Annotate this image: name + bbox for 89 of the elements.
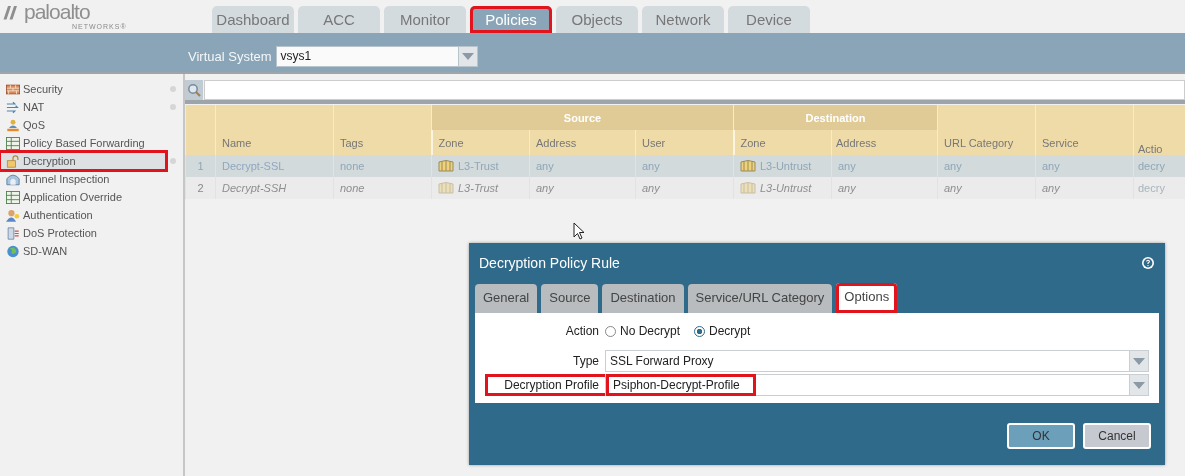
table-cell: none — [333, 177, 432, 199]
table-icon — [6, 190, 20, 204]
zone-icon — [740, 160, 756, 172]
sidebar-item[interactable]: Security — [0, 80, 183, 98]
column-header[interactable]: Address — [529, 130, 636, 155]
nav-tab[interactable]: Monitor — [384, 6, 466, 33]
nav-tab[interactable]: Device — [728, 6, 810, 33]
zone-icon — [438, 160, 454, 172]
person-icon — [6, 118, 20, 132]
firewall-icon — [6, 82, 20, 96]
sidebar-item[interactable]: NAT — [0, 98, 183, 116]
dialog-tab[interactable]: Service/URL Category — [687, 284, 833, 313]
help-icon[interactable] — [1141, 256, 1155, 270]
dialog-title: Decryption Policy Rule — [479, 255, 620, 271]
mouse-cursor-icon — [573, 222, 585, 240]
table-cell: any — [831, 177, 938, 199]
dialog-tab[interactable]: Options — [836, 283, 898, 313]
zone-icon — [438, 182, 454, 194]
radio-button[interactable]: Decrypt — [694, 324, 751, 338]
table-cell: Decrypt-SSH — [215, 177, 334, 199]
field-label: Type — [572, 353, 600, 370]
column-header[interactable]: Service — [1035, 105, 1134, 155]
table-cell: L3-Trust — [431, 177, 530, 199]
search-icon[interactable] — [187, 83, 201, 97]
column-group-header: Source — [431, 105, 734, 130]
column-header[interactable]: Actio — [1133, 105, 1185, 155]
user-key-icon — [6, 208, 20, 222]
table-cell: none — [333, 155, 432, 177]
nav-tab[interactable]: Dashboard — [212, 6, 294, 33]
column-group-header: Destination — [733, 105, 938, 130]
row-number: 1 — [185, 155, 216, 177]
table-cell: any — [635, 155, 734, 177]
field-label: Decryption Profile — [485, 374, 605, 396]
table-cell: Decrypt-SSL — [215, 155, 334, 177]
column-header[interactable]: URL Category — [937, 105, 1036, 155]
column-header[interactable]: Address — [831, 130, 938, 155]
table-cell: any — [937, 177, 1036, 199]
logo-icon — [2, 3, 20, 21]
table-cell: L3-Untrust — [733, 155, 832, 177]
arrows-icon — [6, 100, 20, 114]
sidebar-item[interactable]: Tunnel Inspection — [0, 170, 183, 188]
search-field[interactable] — [204, 80, 1185, 100]
table-cell: decry — [1133, 177, 1185, 199]
dialog-tab[interactable]: General — [475, 284, 538, 313]
column-header[interactable]: Zone — [733, 130, 832, 155]
row-number: 2 — [185, 177, 216, 199]
table-cell: any — [1035, 177, 1134, 199]
table-cell: decry — [1133, 155, 1185, 177]
dropdown-field[interactable]: Psiphon-Decrypt-Profile — [605, 374, 1149, 396]
ok-button[interactable]: OK — [1007, 423, 1075, 449]
dropdown-caret-icon — [1133, 357, 1145, 365]
column-header[interactable]: User — [635, 130, 734, 155]
column-header[interactable]: Name — [215, 105, 334, 155]
radio-button[interactable]: No Decrypt — [605, 324, 681, 338]
logo-text: paloalto — [24, 1, 90, 23]
cancel-button[interactable]: Cancel — [1083, 423, 1151, 449]
nav-tab[interactable]: Objects — [556, 6, 638, 33]
sidebar-item[interactable]: QoS — [0, 116, 183, 134]
shield-icon — [6, 226, 20, 240]
sidebar-item[interactable]: SD-WAN — [0, 242, 183, 260]
table-icon — [6, 136, 20, 150]
field-label: Action — [564, 324, 600, 338]
table-cell: any — [529, 177, 636, 199]
table-cell: L3-Trust — [431, 155, 530, 177]
column-header[interactable]: Tags — [333, 105, 432, 155]
dropdown-caret-icon — [1133, 381, 1145, 389]
sidebar-item[interactable]: Application Override — [0, 188, 183, 206]
table-cell: any — [937, 155, 1036, 177]
dialog-tab[interactable]: Destination — [602, 284, 684, 313]
sidebar-item[interactable]: Authentication — [0, 206, 183, 224]
table-cell: any — [635, 177, 734, 199]
sidebar-item[interactable]: DoS Protection — [0, 224, 183, 242]
tunnel-icon — [6, 172, 20, 186]
virtual-system-dropdown[interactable]: vsys1 — [275, 46, 478, 67]
field-label: Virtual System — [188, 49, 272, 64]
table-cell: any — [831, 155, 938, 177]
column-header[interactable]: Zone — [431, 130, 530, 155]
sidebar-item[interactable]: Policy Based Forwarding — [0, 134, 183, 152]
dropdown-caret-icon — [461, 53, 474, 60]
nav-tab[interactable]: ACC — [298, 6, 380, 33]
table-cell: L3-Untrust — [733, 177, 832, 199]
globe-icon — [6, 244, 20, 258]
dialog-tab[interactable]: Source — [541, 284, 599, 313]
lock-icon — [6, 154, 20, 168]
nav-tab[interactable]: Network — [642, 6, 724, 33]
dropdown-field[interactable]: SSL Forward Proxy — [605, 350, 1149, 372]
table-cell: any — [529, 155, 636, 177]
table-cell: any — [1035, 155, 1134, 177]
zone-icon — [740, 182, 756, 194]
